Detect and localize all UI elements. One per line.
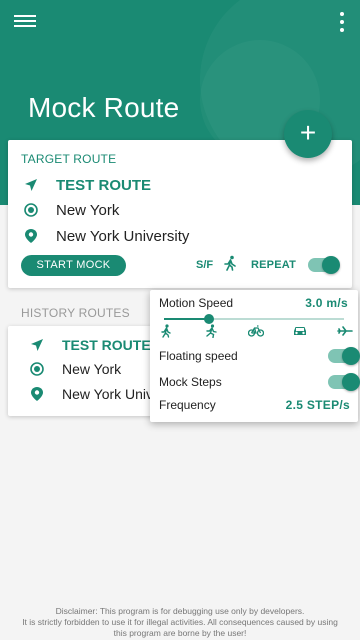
hamburger-menu-icon[interactable]: [14, 12, 36, 30]
card-title: TARGET ROUTE: [21, 152, 117, 166]
disclaimer-line: Disclaimer: This program is for debuggin…: [55, 606, 305, 616]
location-pin-icon: [28, 385, 46, 403]
disclaimer-line: It is strictly forbidden to use it for i…: [22, 617, 338, 627]
page-title: Mock Route: [28, 92, 180, 123]
plane-icon[interactable]: [337, 324, 353, 338]
history-start-row: New York: [28, 360, 121, 378]
destination-location: New York University: [56, 227, 190, 245]
speed-mode-icons: [158, 324, 353, 338]
disclaimer-line: this program are borne by the user!: [113, 628, 247, 638]
disclaimer: Disclaimer: This program is for debuggin…: [0, 606, 360, 639]
history-start-location: New York: [62, 361, 122, 377]
floating-speed-label: Floating speed: [159, 349, 238, 363]
motion-speed-value: 3.0 m/s: [305, 296, 348, 310]
add-route-button[interactable]: +: [284, 110, 332, 158]
history-route-name: TEST ROUTE: [62, 337, 151, 353]
target-route-card: TARGET ROUTE TEST ROUTE New York New Yor…: [8, 140, 352, 288]
speed-slider-fill: [164, 318, 209, 320]
car-icon[interactable]: [292, 324, 308, 338]
start-row: New York: [22, 201, 119, 219]
location-pin-icon: [22, 227, 40, 245]
route-name-row: TEST ROUTE: [22, 176, 151, 194]
navigation-arrow-icon: [28, 336, 46, 354]
history-routes-label: HISTORY ROUTES: [21, 306, 130, 320]
motion-speed-label: Motion Speed: [159, 296, 234, 310]
history-route-name-row: TEST ROUTE: [28, 336, 151, 354]
navigation-arrow-icon: [22, 176, 40, 194]
mock-steps-toggle[interactable]: [328, 373, 360, 391]
history-route-card[interactable]: TEST ROUTE New York New York University: [8, 326, 168, 416]
walk-icon[interactable]: [222, 255, 238, 276]
repeat-toggle[interactable]: [308, 256, 340, 274]
walk-icon[interactable]: [158, 324, 174, 338]
mock-steps-label: Mock Steps: [159, 375, 222, 389]
speed-slider[interactable]: [164, 314, 344, 324]
start-location: New York: [56, 201, 120, 219]
motion-speed-popup: Motion Speed 3.0 m/s Floating speed Mock…: [150, 290, 360, 422]
destination-row: New York University: [22, 227, 189, 245]
route-name: TEST ROUTE: [56, 176, 152, 194]
repeat-label: REPEAT: [251, 259, 297, 271]
origin-point-icon: [22, 201, 40, 219]
frequency-label: Frequency: [159, 398, 216, 412]
bike-icon[interactable]: [247, 324, 264, 338]
run-icon[interactable]: [203, 324, 219, 338]
floating-speed-toggle[interactable]: [328, 347, 360, 365]
frequency-value[interactable]: 2.5 STEP/s: [286, 398, 350, 412]
speed-slider-handle[interactable]: [204, 314, 214, 324]
more-vert-icon[interactable]: [336, 12, 348, 32]
sf-label[interactable]: S/F: [196, 259, 213, 271]
history-destination-row: New York University: [28, 385, 168, 403]
origin-point-icon: [28, 360, 46, 378]
start-mock-button[interactable]: START MOCK: [21, 255, 126, 276]
